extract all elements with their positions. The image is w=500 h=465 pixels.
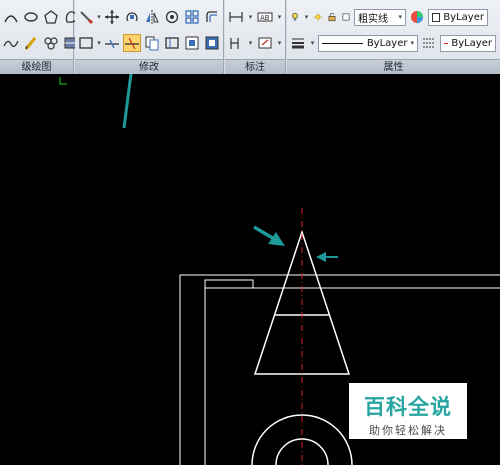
color-swatch (432, 12, 441, 22)
panel-title-properties[interactable]: 属性 (287, 59, 500, 74)
ribbon: 级绘图 ▾ ▾ 修改 ▾ AB ▾ ▾ ▾ 标注 ▾ 粗实线 ▾ ByLayer… (0, 0, 500, 74)
watermark-subtitle: 助你轻松解决 (369, 424, 447, 437)
brush-icon[interactable] (77, 8, 95, 26)
fillet-icon[interactable] (163, 8, 181, 26)
chevron-down-icon[interactable]: ▾ (309, 39, 316, 47)
rectangle-select-icon[interactable] (77, 34, 95, 52)
move-icon[interactable] (103, 8, 121, 26)
text-icon[interactable]: AB (256, 8, 274, 26)
sun-icon[interactable] (312, 8, 324, 26)
linear-dimension-icon[interactable] (227, 8, 245, 26)
stretch-icon[interactable] (203, 8, 221, 26)
pencil-icon[interactable] (22, 34, 40, 52)
trim-icon[interactable] (103, 34, 121, 52)
lineweight-combo[interactable]: ByLayer (440, 34, 496, 52)
chevron-down-icon[interactable]: ▾ (276, 13, 283, 21)
chevron-down-icon[interactable]: ▾ (247, 39, 254, 47)
array-icon[interactable] (183, 8, 201, 26)
chevron-down-icon: ▾ (410, 39, 414, 47)
annotation-arrow-toolbar (122, 74, 133, 129)
arc-icon[interactable] (2, 8, 20, 26)
copy-icon[interactable] (143, 34, 161, 52)
properties-row1: ▾ 粗实线 ▾ ByLayer (289, 6, 498, 28)
rotate-icon[interactable] (123, 8, 141, 26)
linetype-manager-icon[interactable] (420, 34, 438, 52)
chevron-down-icon[interactable]: ▾ (97, 39, 101, 47)
panel-title-annotate[interactable]: 标注 (225, 59, 285, 74)
chevron-down-icon[interactable]: ▾ (276, 39, 283, 47)
polygon-icon[interactable] (42, 8, 60, 26)
color-wheel-icon[interactable] (408, 8, 426, 26)
annotate-toolbar-row1: ▾ AB ▾ (227, 6, 283, 28)
chevron-down-icon[interactable]: ▾ (97, 13, 101, 21)
chevron-down-icon: ▾ (398, 13, 402, 21)
extend-icon[interactable] (123, 34, 141, 52)
linetype-combo[interactable]: ByLayer ▾ (318, 34, 418, 52)
ellipse-icon[interactable] (22, 8, 40, 26)
lineweight-preview (444, 42, 449, 44)
chevron-down-icon[interactable]: ▾ (303, 13, 310, 21)
draw-toolbar-row1 (2, 6, 77, 28)
leader-icon[interactable] (227, 34, 245, 52)
lineweight-combo-value: ByLayer (451, 37, 492, 49)
revcloud-icon[interactable] (42, 34, 60, 52)
annotation-arrow-apex-right (316, 252, 338, 262)
chevron-down-icon[interactable]: ▾ (247, 13, 254, 21)
panel-annotate: ▾ AB ▾ ▾ ▾ 标注 (225, 0, 286, 74)
layer-color-icon[interactable] (340, 8, 352, 26)
lock-icon[interactable] (326, 8, 338, 26)
layer-combo-value: 粗实线 (358, 13, 388, 25)
panel-title-modify[interactable]: 修改 (75, 59, 223, 74)
layer-combo[interactable]: 粗实线 ▾ (354, 8, 406, 26)
annotate-toolbar-row2: ▾ ▾ (227, 32, 283, 54)
watermark-title: 百科全说 (364, 395, 452, 419)
modify-toolbar-row1: ▾ (77, 6, 221, 28)
panel-modify: ▾ ▾ 修改 (75, 0, 224, 74)
erase-icon[interactable] (183, 34, 201, 52)
explode-icon[interactable] (203, 34, 221, 52)
color-combo-value: ByLayer (443, 11, 484, 23)
table-icon[interactable] (256, 34, 274, 52)
panel-title-draw[interactable]: 级绘图 (0, 59, 73, 74)
color-combo[interactable]: ByLayer (428, 8, 488, 26)
annotation-arrow-apex-left (253, 225, 285, 246)
modify-toolbar-row2: ▾ (77, 32, 221, 54)
watermark-badge: 百科全说 助你轻松解决 (349, 383, 467, 439)
bulb-icon[interactable] (289, 8, 301, 26)
panel-draw: 级绘图 (0, 0, 78, 74)
draw-toolbar-row2 (2, 32, 78, 54)
lineweight-icon[interactable] (289, 34, 307, 52)
title-box (204, 279, 254, 289)
linetype-preview (322, 42, 363, 44)
linetype-combo-value: ByLayer (366, 37, 408, 49)
svg-text:AB: AB (260, 14, 270, 22)
spline-icon[interactable] (2, 34, 20, 52)
mirror-icon[interactable] (143, 8, 161, 26)
properties-row2: ▾ ByLayer ▾ ByLayer (289, 32, 498, 54)
panel-properties: ▾ 粗实线 ▾ ByLayer ▾ ByLayer ▾ ByLayer 属性 (287, 0, 500, 74)
ucs-marker (59, 77, 67, 85)
offset-icon[interactable] (163, 34, 181, 52)
